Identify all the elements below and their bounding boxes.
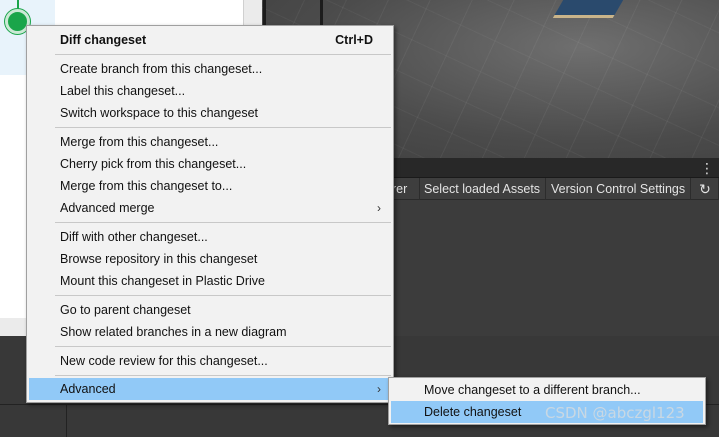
menu-item-label: Show related branches in a new diagram xyxy=(60,325,287,339)
menu-item-label: Advanced xyxy=(60,382,116,396)
menu-separator xyxy=(55,54,391,55)
menu-separator xyxy=(55,295,391,296)
scene-object-box xyxy=(552,0,624,18)
menu-item-merge-to[interactable]: Merge from this changeset to... xyxy=(29,175,391,197)
chevron-right-icon: › xyxy=(377,382,381,396)
divider xyxy=(66,404,67,437)
menu-separator xyxy=(55,127,391,128)
menu-item-switch-workspace[interactable]: Switch workspace to this changeset xyxy=(29,102,391,124)
shortcut-label: Ctrl+D xyxy=(335,33,373,47)
menu-item-label: Diff with other changeset... xyxy=(60,230,208,244)
watermark: CSDN @abczgl123 xyxy=(545,404,685,422)
menu-item-show-related-branches[interactable]: Show related branches in a new diagram xyxy=(29,321,391,343)
menu-item-label: Move changeset to a different branch... xyxy=(424,383,641,397)
tab-select-loaded-assets[interactable]: Select loaded Assets xyxy=(419,178,547,200)
menu-separator xyxy=(55,346,391,347)
menu-separator xyxy=(55,222,391,223)
menu-item-label: Delete changeset xyxy=(424,405,522,419)
menu-item-move-changeset[interactable]: Move changeset to a different branch... xyxy=(391,379,703,401)
changeset-context-menu: Diff changeset Ctrl+D Create branch from… xyxy=(26,25,394,403)
menu-item-cherry-pick[interactable]: Cherry pick from this changeset... xyxy=(29,153,391,175)
menu-item-diff-with-other[interactable]: Diff with other changeset... xyxy=(29,226,391,248)
menu-item-mount-plastic-drive[interactable]: Mount this changeset in Plastic Drive xyxy=(29,270,391,292)
menu-item-label: Label this changeset... xyxy=(60,84,186,98)
menu-item-advanced-merge[interactable]: Advanced merge › xyxy=(29,197,391,219)
menu-item-go-to-parent[interactable]: Go to parent changeset xyxy=(29,299,391,321)
menu-item-label: Advanced merge xyxy=(60,201,155,215)
menu-item-advanced[interactable]: Advanced › xyxy=(29,378,391,400)
menu-item-label: Switch workspace to this changeset xyxy=(60,106,259,120)
menu-item-label: Mount this changeset in Plastic Drive xyxy=(60,274,265,288)
tab-version-control-settings[interactable]: Version Control Settings xyxy=(546,178,692,200)
menu-item-label: Browse repository in this changeset xyxy=(60,252,258,266)
menu-item-label: Cherry pick from this changeset... xyxy=(60,157,247,171)
refresh-icon[interactable]: ↻ xyxy=(692,178,719,200)
chevron-right-icon: › xyxy=(377,201,381,215)
menu-item-browse-repository[interactable]: Browse repository in this changeset xyxy=(29,248,391,270)
menu-item-label: Merge from this changeset... xyxy=(60,135,219,149)
menu-item-create-branch[interactable]: Create branch from this changeset... xyxy=(29,58,391,80)
menu-item-label: Create branch from this changeset... xyxy=(60,62,263,76)
menu-separator xyxy=(55,375,391,376)
menu-item-label: Go to parent changeset xyxy=(60,303,191,317)
menu-item-diff-changeset[interactable]: Diff changeset Ctrl+D xyxy=(29,29,391,51)
menu-item-new-code-review[interactable]: New code review for this changeset... xyxy=(29,350,391,372)
menu-item-label: New code review for this changeset... xyxy=(60,354,268,368)
menu-item-label-changeset[interactable]: Label this changeset... xyxy=(29,80,391,102)
menu-item-merge-from[interactable]: Merge from this changeset... xyxy=(29,131,391,153)
menu-item-label: Merge from this changeset to... xyxy=(60,179,233,193)
more-options-icon[interactable]: ⋮ xyxy=(700,160,714,176)
menu-item-label: Diff changeset xyxy=(60,33,147,47)
